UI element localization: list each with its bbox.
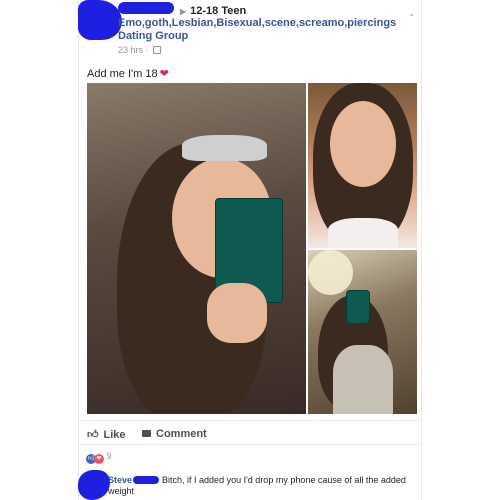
- photo-bottom-right[interactable]: [308, 250, 417, 414]
- shirt-shape: [333, 345, 393, 414]
- caret-right-icon: ▶: [180, 7, 187, 16]
- chevron-down-icon[interactable]: ⌄: [408, 8, 416, 19]
- phone-shape: [346, 290, 370, 324]
- comment-icon: [142, 430, 151, 437]
- comment-label: Comment: [156, 428, 207, 440]
- post-text-label: Add me I'm 18: [87, 68, 158, 80]
- reaction-summary[interactable]: 👍︎ ❤ 9: [86, 451, 112, 464]
- globe-icon: [153, 46, 162, 54]
- love-reaction-icon: ❤: [94, 454, 104, 464]
- redacted-commenter-surname: [133, 476, 159, 484]
- reaction-count: 9: [106, 451, 112, 461]
- group-path-label[interactable]: 12-18 Teen: [190, 5, 246, 17]
- divider: [78, 444, 422, 445]
- timestamp-label[interactable]: 23 hrs: [118, 45, 143, 55]
- photo-main[interactable]: [87, 83, 306, 414]
- divider: [78, 420, 422, 421]
- redacted-author-name: [118, 2, 174, 14]
- group-path[interactable]: ▶ 12-18 Teen: [180, 5, 246, 17]
- like-button[interactable]: 👍︎ Like: [87, 428, 126, 441]
- face-shape: [330, 101, 396, 187]
- commenter-name[interactable]: Steve: [108, 475, 132, 485]
- shirt-shape: [328, 218, 398, 248]
- photo-top-right[interactable]: [308, 83, 417, 248]
- thumbs-up-icon: 👍︎: [87, 429, 99, 441]
- hand-shape: [207, 283, 267, 343]
- heart-icon: ❤: [159, 68, 169, 80]
- redacted-avatar: [78, 0, 122, 40]
- light-shape: [308, 250, 353, 295]
- post-text: Add me I'm 18 ❤: [87, 67, 169, 80]
- bandana-shape: [182, 135, 267, 161]
- comment-button[interactable]: Comment: [142, 428, 207, 440]
- like-label: Like: [103, 429, 126, 441]
- group-name-link[interactable]: Emo,goth,Lesbian,Bisexual,scene,screamo,…: [118, 17, 408, 43]
- post-timestamp[interactable]: 23 hrs ·: [118, 45, 162, 55]
